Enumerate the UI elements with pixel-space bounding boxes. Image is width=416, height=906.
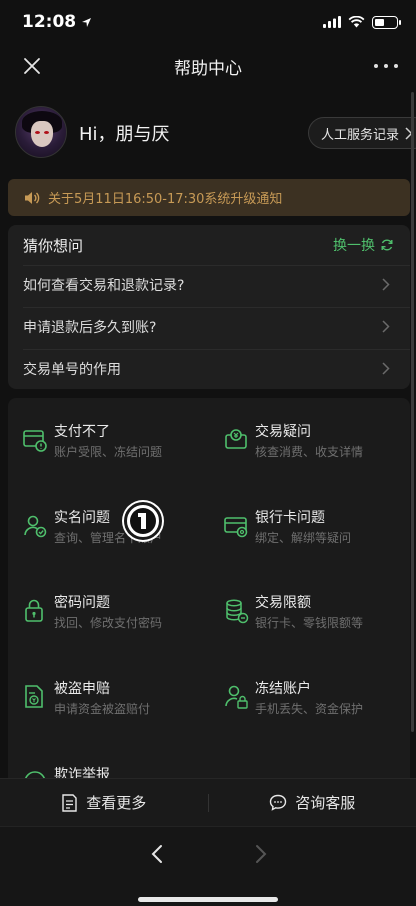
user-header: Hi，朋与厌 人工服务记录 [0, 106, 416, 160]
coin-stack-icon [226, 599, 249, 624]
speaker-icon [25, 191, 40, 204]
view-more-button[interactable]: 查看更多 [0, 779, 208, 826]
cellular-signal-icon [323, 16, 341, 28]
view-more-label: 查看更多 [86, 794, 147, 812]
refresh-button[interactable]: 换一换 [333, 235, 394, 255]
contact-support-button[interactable]: 咨询客服 [209, 779, 416, 826]
topic-freeze-account[interactable]: 冻结账户 手机丢失、资金保护 [209, 678, 409, 738]
topic-title: 银行卡问题 [255, 510, 325, 526]
notice-text: 关于5月11日16:50-17:30系统升级通知 [48, 192, 283, 207]
more-options-icon[interactable] [374, 54, 398, 78]
topic-theft-claim[interactable]: 被盗申赔 申请资金被盗赔付 [8, 678, 208, 738]
topic-title: 密码问题 [54, 595, 110, 611]
status-icons [323, 15, 401, 29]
forward-arrow-icon[interactable] [248, 842, 272, 866]
topic-title: 支付不了 [54, 424, 110, 440]
topic-title: 交易疑问 [255, 424, 311, 440]
guess-item[interactable]: 交易单号的作用 [8, 349, 410, 389]
contact-support-label: 咨询客服 [295, 794, 356, 812]
guess-item[interactable]: 如何查看交易和退款记录? [8, 265, 410, 305]
real-name-icon [24, 515, 47, 538]
topic-title: 实名问题 [54, 510, 110, 526]
document-icon [62, 793, 77, 812]
clock-text: 12:08 [22, 12, 77, 32]
guess-questions-card: 猜你想问 换一换 如何查看交易和退款记录? 申请退款后多久到账? 交易单号的作用 [8, 225, 410, 389]
topic-title: 冻结账户 [255, 681, 311, 697]
battery-icon [372, 15, 401, 29]
topic-title: 交易限额 [255, 595, 311, 611]
guess-item-label: 如何查看交易和退款记录? [23, 278, 185, 294]
topic-desc: 手机丢失、资金保护 [255, 702, 364, 716]
nav-bar: 帮助中心 [0, 44, 416, 88]
battery-level [375, 18, 384, 26]
refresh-icon [381, 239, 393, 251]
service-record-label: 人工服务记录 [320, 127, 399, 143]
topic-desc: 找回、修改支付密码 [54, 616, 163, 630]
transaction-query-icon [225, 429, 247, 449]
refresh-label: 换一换 [333, 238, 375, 254]
guess-header: 猜你想问 换一换 [8, 225, 410, 265]
watermark-badge [124, 502, 162, 540]
topic-desc: 绑定、解绑等疑问 [255, 531, 352, 545]
notice-banner[interactable]: 关于5月11日16:50-17:30系统升级通知 [8, 179, 410, 216]
freeze-account-icon [225, 685, 248, 709]
chevron-right-icon [382, 362, 390, 375]
topic-desc: 申请资金被盗赔付 [54, 702, 151, 716]
location-arrow-icon [82, 17, 92, 27]
status-time: 12:08 [22, 12, 92, 32]
user-greeting: Hi，朋与厌 [79, 124, 170, 145]
avatar[interactable] [15, 106, 67, 158]
password-lock-icon [25, 599, 43, 622]
guess-title: 猜你想问 [23, 237, 84, 255]
payment-failed-icon [23, 430, 47, 452]
topic-title: 被盗申赔 [54, 681, 110, 697]
topic-real-name[interactable]: 实名问题 查询、管理名下账户 [8, 507, 208, 567]
topic-password[interactable]: 密码问题 找回、修改支付密码 [8, 592, 208, 652]
status-bar: 12:08 [0, 0, 416, 44]
topic-payment-failed[interactable]: 支付不了 账户受限、冻结问题 [8, 421, 208, 481]
service-record-button[interactable]: 人工服务记录 [307, 117, 416, 149]
guess-item-label: 交易单号的作用 [23, 362, 121, 378]
topic-desc: 银行卡、零钱限额等 [255, 616, 364, 630]
topic-transaction-limit[interactable]: 交易限额 银行卡、零钱限额等 [209, 592, 409, 652]
scrollbar[interactable] [411, 92, 414, 732]
page-title: 帮助中心 [174, 58, 242, 79]
help-topics-card: 支付不了 账户受限、冻结问题 交易疑问 核查消费、收支详情 实名问题 查询、管理… [8, 398, 410, 788]
close-icon[interactable] [20, 54, 44, 78]
chevron-right-icon [382, 320, 390, 333]
bank-card-icon [224, 517, 248, 538]
back-arrow-icon[interactable] [146, 842, 170, 866]
topic-desc: 核查消费、收支详情 [255, 445, 364, 459]
home-indicator[interactable] [138, 897, 278, 902]
wifi-icon [348, 16, 365, 28]
chat-bubble-icon [270, 794, 287, 811]
topic-transaction-query[interactable]: 交易疑问 核查消费、收支详情 [209, 421, 409, 481]
topic-desc: 账户受限、冻结问题 [54, 445, 163, 459]
bottom-action-bar: 查看更多 咨询客服 [0, 778, 416, 826]
theft-claim-icon [25, 685, 43, 708]
guess-item[interactable]: 申请退款后多久到账? [8, 307, 410, 347]
browser-toolbar [0, 826, 416, 906]
chevron-right-icon [382, 278, 390, 291]
guess-item-label: 申请退款后多久到账? [23, 320, 157, 336]
topic-bank-card[interactable]: 银行卡问题 绑定、解绑等疑问 [209, 507, 409, 567]
